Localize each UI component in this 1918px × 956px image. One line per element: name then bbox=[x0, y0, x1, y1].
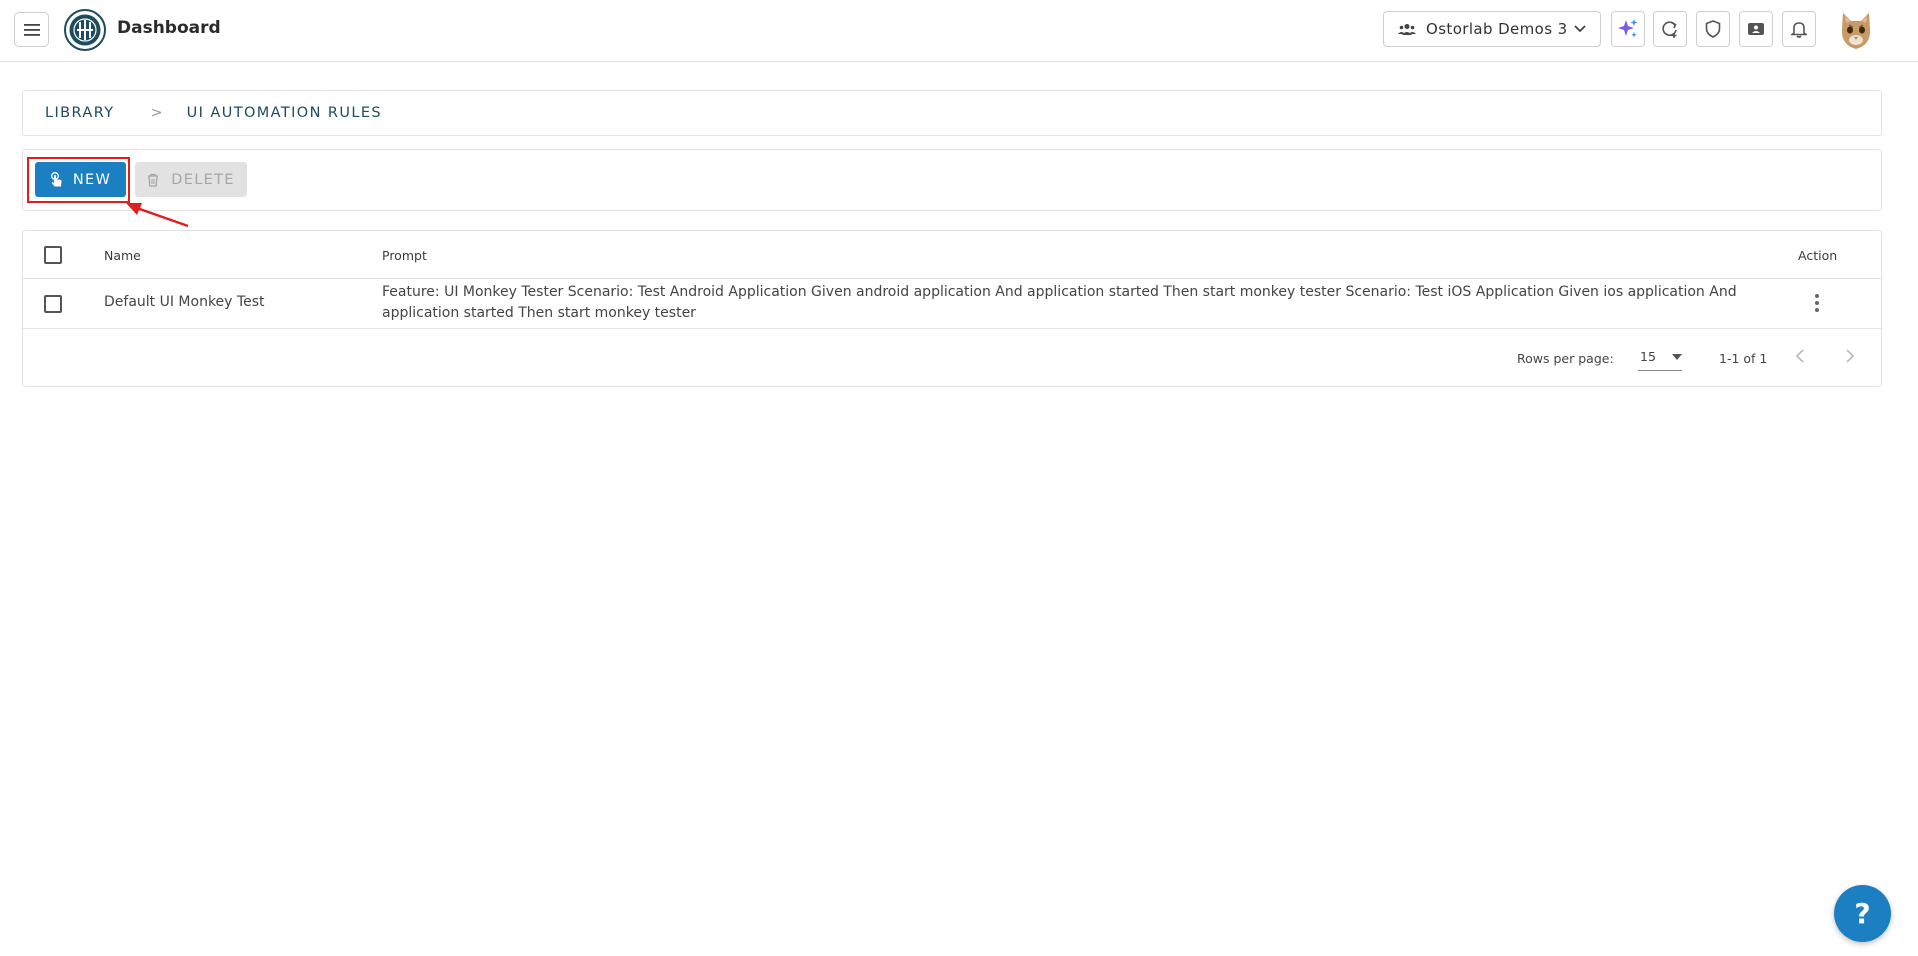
help-button[interactable]: ? bbox=[1834, 885, 1891, 942]
more-actions-icon[interactable] bbox=[1813, 291, 1821, 315]
highlight-box bbox=[27, 157, 130, 203]
annotation-arrow-icon bbox=[126, 203, 189, 228]
rules-table: Name Prompt Action Default UI Monkey Tes… bbox=[22, 230, 1882, 387]
security-button[interactable] bbox=[1696, 11, 1730, 47]
ticket-icon bbox=[1748, 23, 1764, 35]
table-header: Name Prompt Action bbox=[23, 231, 1881, 279]
column-header-prompt[interactable]: Prompt bbox=[382, 248, 427, 263]
tickets-button[interactable] bbox=[1739, 11, 1773, 47]
row-checkbox[interactable] bbox=[44, 295, 62, 313]
trash-icon bbox=[148, 173, 159, 187]
notifications-button[interactable] bbox=[1782, 11, 1816, 47]
chevron-left-icon[interactable] bbox=[1795, 348, 1805, 364]
select-all-checkbox[interactable] bbox=[44, 246, 62, 264]
sparkle-icon bbox=[1618, 19, 1638, 38]
help-label: ? bbox=[1854, 897, 1871, 930]
delete-button-label: DELETE bbox=[171, 171, 235, 188]
logo-icon[interactable] bbox=[64, 9, 106, 51]
breadcrumb-current: UI AUTOMATION RULES bbox=[186, 105, 383, 121]
column-header-name[interactable]: Name bbox=[104, 248, 141, 263]
row-name: Default UI Monkey Test bbox=[104, 294, 265, 310]
table-pagination: Rows per page: 15 1-1 of 1 bbox=[23, 329, 1881, 387]
organization-name: Ostorlab Demos 3 bbox=[1426, 20, 1568, 38]
rows-per-page-value: 15 bbox=[1640, 349, 1656, 364]
pagination-range: 1-1 of 1 bbox=[1719, 351, 1768, 366]
column-header-action: Action bbox=[1798, 248, 1838, 263]
breadcrumb: LIBRARY > UI AUTOMATION RULES bbox=[22, 90, 1882, 136]
menu-button[interactable] bbox=[14, 12, 49, 47]
delete-button[interactable]: DELETE bbox=[135, 162, 247, 197]
table-row[interactable]: Default UI Monkey Test Feature: UI Monke… bbox=[23, 279, 1881, 329]
top-app-bar: Dashboard Ostorlab Demos 3 bbox=[0, 0, 1918, 62]
toolbar bbox=[22, 149, 1882, 211]
bell-icon bbox=[1791, 22, 1807, 38]
breadcrumb-library-link[interactable]: LIBRARY bbox=[45, 105, 115, 121]
ai-assistant-button[interactable] bbox=[1611, 11, 1645, 47]
cat-avatar[interactable] bbox=[1837, 9, 1875, 51]
caret-down-icon bbox=[1672, 353, 1682, 360]
shield-icon bbox=[1705, 20, 1721, 38]
team-icon bbox=[1398, 24, 1416, 35]
breadcrumb-separator: > bbox=[150, 105, 163, 121]
row-prompt: Feature: UI Monkey Tester Scenario: Test… bbox=[382, 284, 1737, 321]
page-title: Dashboard bbox=[117, 18, 221, 38]
new-scan-button[interactable] bbox=[1653, 11, 1687, 47]
rows-per-page-select[interactable]: 15 bbox=[1638, 343, 1682, 371]
menu-icon bbox=[23, 23, 40, 36]
chevron-down-icon bbox=[1574, 25, 1586, 33]
chevron-right-icon[interactable] bbox=[1845, 348, 1855, 364]
organization-select[interactable]: Ostorlab Demos 3 bbox=[1383, 11, 1601, 47]
rows-per-page-label: Rows per page: bbox=[1517, 351, 1614, 366]
refresh-add-icon bbox=[1662, 21, 1677, 38]
